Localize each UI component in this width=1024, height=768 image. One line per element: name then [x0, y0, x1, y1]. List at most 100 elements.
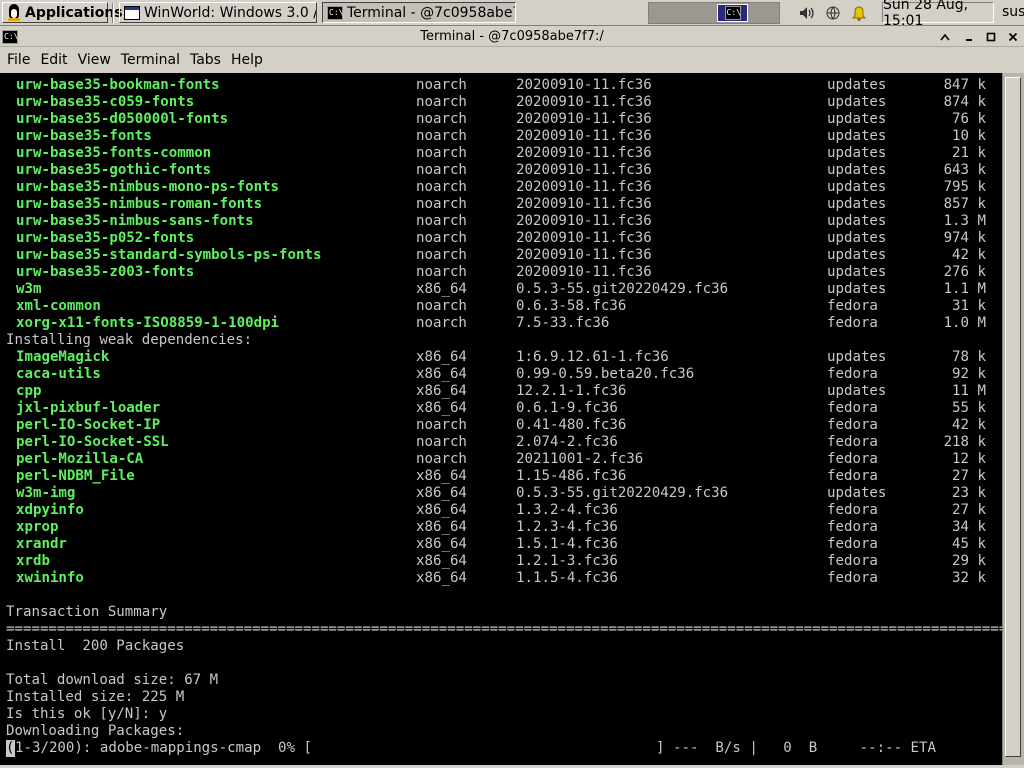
package-row: xwininfo x86_64 1.1.5-4.fc36 fedora 32 k [0, 570, 1002, 587]
package-version: 0.5.3-55.git20220429.fc36 [516, 485, 729, 501]
package-size: 1.0 M [943, 315, 986, 331]
package-arch: noarch [416, 230, 467, 246]
package-repo: fedora [827, 502, 878, 518]
package-version: 0.5.3-55.git20220429.fc36 [516, 281, 729, 297]
menu-edit[interactable]: Edit [35, 52, 72, 68]
user-name[interactable]: sus [1002, 4, 1024, 20]
menu-terminal[interactable]: Terminal [116, 52, 185, 68]
task-terminal[interactable]: C:\ Terminal - @7c0958abe7... [322, 2, 516, 23]
progress-suffix: ] --- B/s | 0 B --:-- ETA [656, 740, 937, 756]
package-name: perl-IO-Socket-SSL [16, 434, 169, 450]
applications-menu-button[interactable]: Applications [2, 2, 123, 23]
maximize-icon [986, 32, 996, 41]
window-title: Terminal - @7c0958abe7f7:/ [420, 29, 604, 44]
package-version: 2.074-2.fc36 [516, 434, 618, 450]
menu-tabs[interactable]: Tabs [185, 52, 226, 68]
workspace-pager[interactable]: C:\ [648, 2, 780, 24]
notification-bell-icon[interactable] [850, 4, 868, 22]
package-size: 21 k [952, 145, 986, 161]
package-size: 847 k [943, 77, 986, 93]
terminal-line: ========================================… [0, 621, 1002, 638]
package-size: 76 k [952, 111, 986, 127]
package-version: 1.2.1-3.fc36 [516, 553, 618, 569]
shade-button[interactable] [937, 29, 953, 44]
task-label: WinWorld: Windows 3.0 / 3.... [144, 4, 316, 21]
clock-text: Sun 28 Aug, 15:01 [883, 0, 969, 29]
package-arch: noarch [416, 264, 467, 280]
package-row: perl-NDBM_File x86_64 1.15-486.fc36 fedora 2… [0, 468, 1002, 485]
package-name: xprop [16, 519, 59, 535]
package-arch: noarch [416, 213, 467, 229]
network-icon[interactable] [824, 4, 842, 22]
volume-icon[interactable] [798, 4, 816, 22]
package-size: 795 k [943, 179, 986, 195]
close-button[interactable] [1005, 29, 1021, 44]
package-arch: x86_64 [416, 281, 467, 297]
task-winworld[interactable]: WinWorld: Windows 3.0 / 3.... [119, 2, 317, 23]
package-name: xdpyinfo [16, 502, 84, 518]
package-row: perl-Mozilla-CA noarch 20211001-2.fc36 fedo… [0, 451, 1002, 468]
menu-view[interactable]: View [73, 52, 116, 68]
package-repo: fedora [827, 366, 878, 382]
terminal-line: Downloading Packages: [0, 723, 1002, 740]
workspace-current[interactable]: C:\ [717, 4, 748, 22]
terminal-text: Total download size: 67 M [6, 672, 219, 688]
package-arch: x86_64 [416, 570, 467, 586]
package-arch: x86_64 [416, 349, 467, 365]
package-repo: fedora [827, 400, 878, 416]
package-row: xrandr x86_64 1.5.1-4.fc36 fedora 45 k [0, 536, 1002, 553]
package-row: urw-base35-p052-fonts noarch 20200910-11.f… [0, 230, 1002, 247]
package-name: xml-common [16, 298, 101, 314]
download-progress-line: (1-3/200): adobe-mappings-cmap 0% [] ---… [0, 740, 1002, 757]
package-arch: noarch [416, 128, 467, 144]
package-size: 31 k [952, 298, 986, 314]
package-version: 0.6.3-58.fc36 [516, 298, 627, 314]
package-size: 92 k [952, 366, 986, 382]
package-name: urw-base35-nimbus-roman-fonts [16, 196, 263, 212]
package-size: 1.3 M [943, 213, 986, 229]
terminal-text: ========================================… [6, 621, 1002, 637]
package-size: 643 k [943, 162, 986, 178]
minimize-button[interactable] [961, 29, 977, 44]
package-version: 1:6.9.12.61-1.fc36 [516, 349, 669, 365]
terminal-text: Installed size: 225 M [6, 689, 185, 705]
terminal-output[interactable]: urw-base35-bookman-fonts noarch 20200910-1… [0, 73, 1002, 765]
menu-help[interactable]: Help [226, 52, 268, 68]
package-repo: updates [827, 213, 887, 229]
window-titlebar[interactable]: C:\ Terminal - @7c0958abe7f7:/ [0, 27, 1024, 47]
package-name: jxl-pixbuf-loader [16, 400, 161, 416]
maximize-button[interactable] [983, 29, 999, 44]
package-arch: noarch [416, 162, 467, 178]
browser-window-icon [124, 5, 140, 20]
top-panel: Applications WinWorld: Windows 3.0 / 3..… [0, 0, 1024, 29]
terminal-line: Is this ok [y/N]: y [0, 706, 1002, 723]
progress-prefix: 1-3/200): adobe-mappings-cmap 0% [ [15, 740, 312, 756]
package-arch: noarch [416, 94, 467, 110]
package-name: urw-base35-gothic-fonts [16, 162, 212, 178]
package-name: ImageMagick [16, 349, 110, 365]
package-version: 0.99-0.59.beta20.fc36 [516, 366, 695, 382]
clock[interactable]: Sun 28 Aug, 15:01 [882, 0, 994, 29]
package-size: 78 k [952, 349, 986, 365]
package-version: 20211001-2.fc36 [516, 451, 644, 467]
menu-file[interactable]: File [2, 52, 35, 68]
package-version: 20200910-11.fc36 [516, 179, 652, 195]
terminal-text: Downloading Packages: [6, 723, 185, 739]
package-name: cpp [16, 383, 42, 399]
close-icon [1008, 32, 1018, 41]
package-arch: noarch [416, 179, 467, 195]
package-row: urw-base35-fonts noarch 20200910-11.fc36 up… [0, 128, 1002, 145]
terminal-scrollbar[interactable] [1002, 73, 1024, 765]
menu-bar: File Edit View Terminal Tabs Help [0, 48, 1024, 72]
package-repo: fedora [827, 468, 878, 484]
terminal-line: Transaction Summary [0, 604, 1002, 621]
package-size: 27 k [952, 468, 986, 484]
package-repo: updates [827, 247, 887, 263]
package-name: caca-utils [16, 366, 101, 382]
package-name: urw-base35-z003-fonts [16, 264, 195, 280]
package-row: xml-common noarch 0.6.3-58.fc36 fedora 31 k [0, 298, 1002, 315]
scrollbar-thumb[interactable] [1005, 77, 1021, 757]
chevron-up-icon [940, 33, 950, 40]
package-arch: x86_64 [416, 519, 467, 535]
